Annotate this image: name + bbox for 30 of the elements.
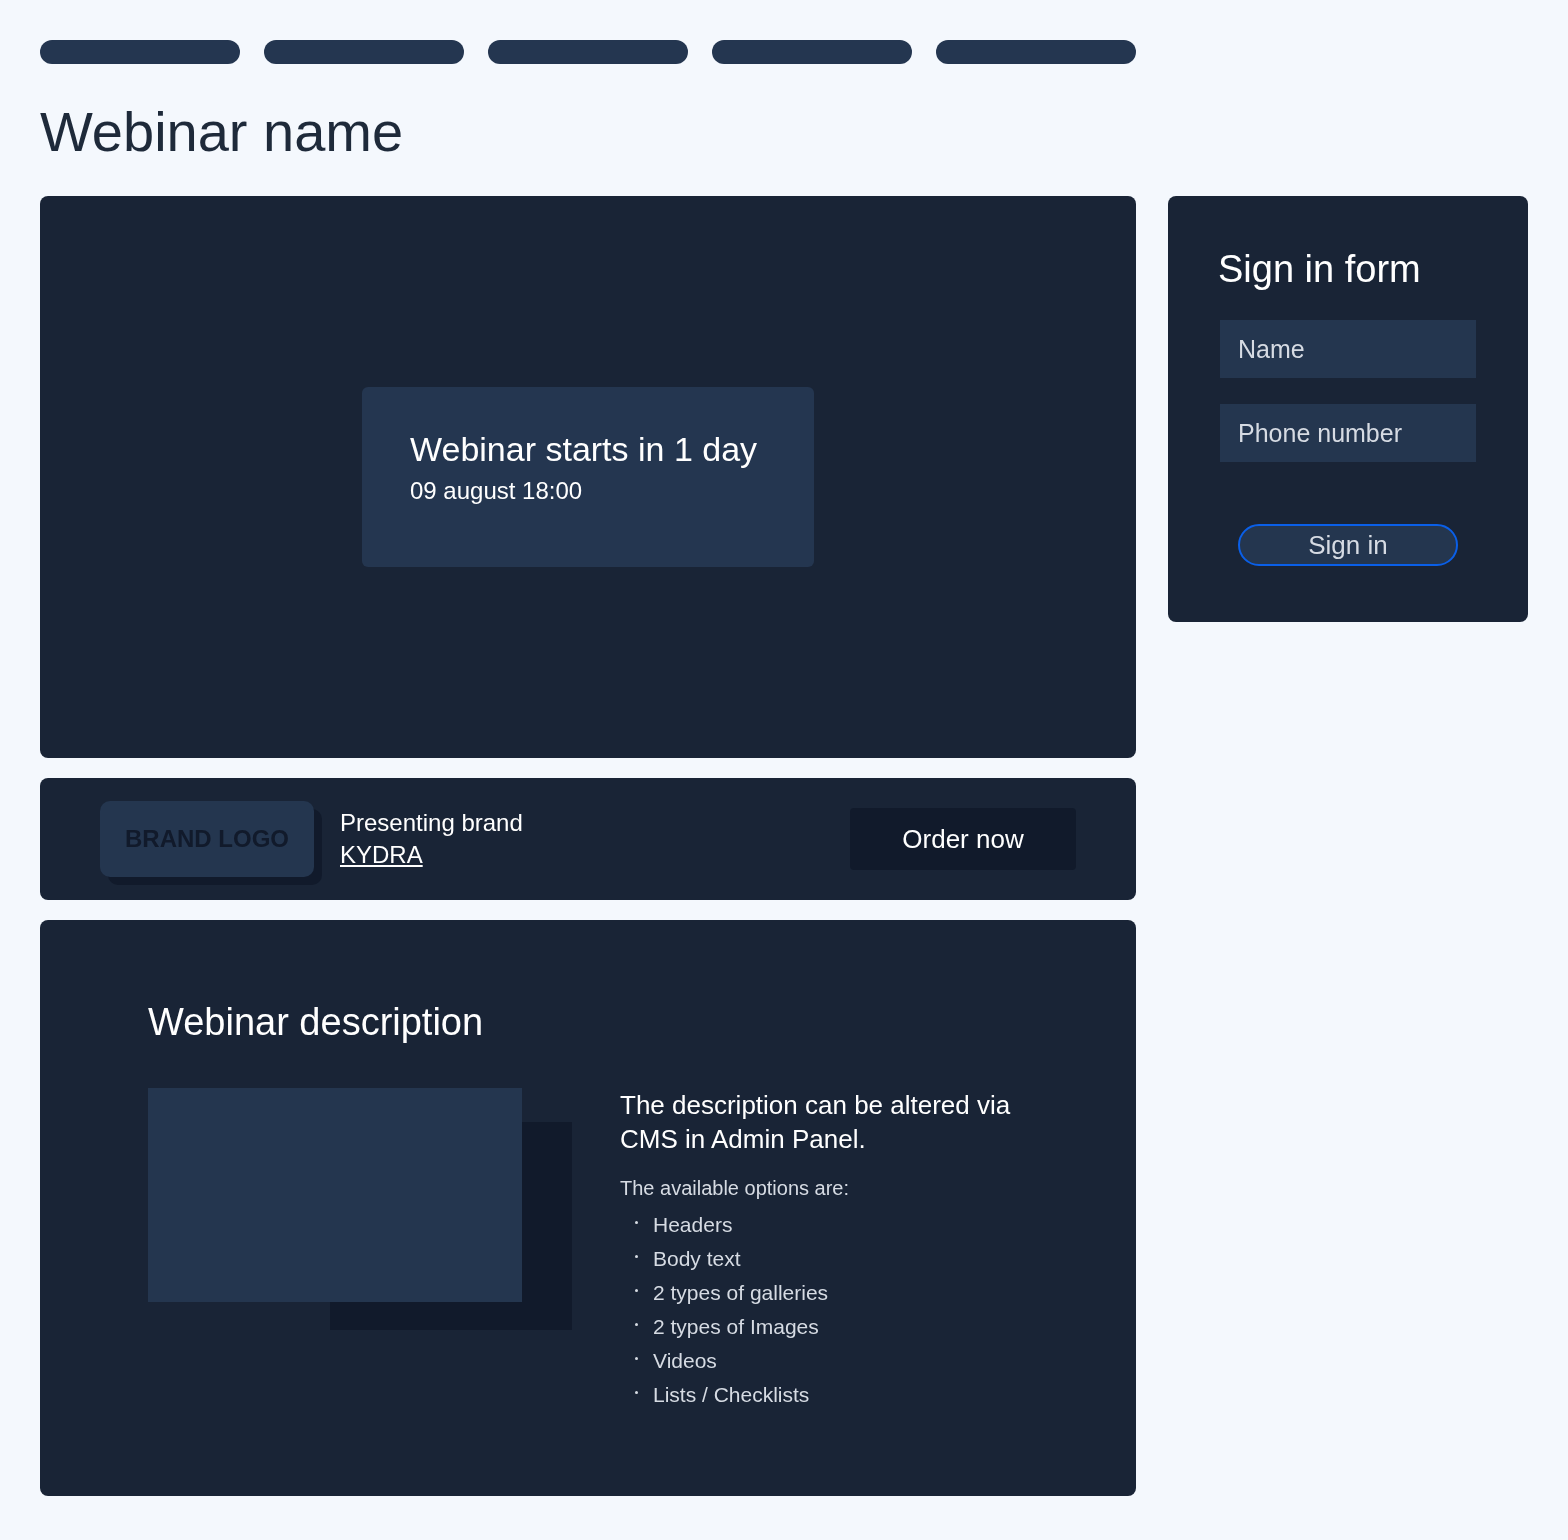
- description-title: Webinar description: [148, 1000, 485, 1045]
- sign-in-button[interactable]: Sign in: [1238, 524, 1458, 566]
- options-intro: The available options are:: [620, 1176, 851, 1201]
- list-item: Headers: [653, 1213, 733, 1237]
- list-item: Body text: [653, 1247, 741, 1271]
- nav-placeholder[interactable]: [712, 40, 912, 64]
- description-text: The description can be altered via CMS in Admin Panel.: [620, 1089, 1012, 1156]
- order-button[interactable]: Order now: [850, 808, 1076, 870]
- input-field[interactable]: Name: [1220, 320, 1476, 378]
- bullet-icon: [635, 1390, 638, 1394]
- bullet-icon: [635, 1322, 638, 1326]
- list-item: Lists / Checklists: [653, 1383, 810, 1407]
- nav-placeholder[interactable]: [488, 40, 688, 64]
- nav-placeholder[interactable]: [936, 40, 1136, 64]
- bullet-icon: [635, 1254, 638, 1258]
- countdown-date: 09 august 18:00: [410, 476, 584, 505]
- brand-link[interactable]: KYDRA: [340, 841, 423, 869]
- form-title: Sign in form: [1218, 247, 1422, 292]
- page-title: Webinar name: [40, 100, 405, 165]
- presenting-label: Presenting brand: [340, 809, 524, 837]
- bullet-icon: [635, 1220, 638, 1224]
- nav-placeholder[interactable]: [264, 40, 464, 64]
- bullet-icon: [635, 1356, 638, 1360]
- countdown-title: Webinar starts in 1 day: [410, 428, 759, 470]
- nav-placeholder[interactable]: [40, 40, 240, 64]
- input-field[interactable]: Phone number: [1220, 404, 1476, 462]
- list-item: 2 types of galleries: [653, 1281, 829, 1305]
- list-item: Videos: [653, 1349, 717, 1373]
- bullet-icon: [635, 1288, 638, 1292]
- list-item: 2 types of Images: [653, 1315, 819, 1339]
